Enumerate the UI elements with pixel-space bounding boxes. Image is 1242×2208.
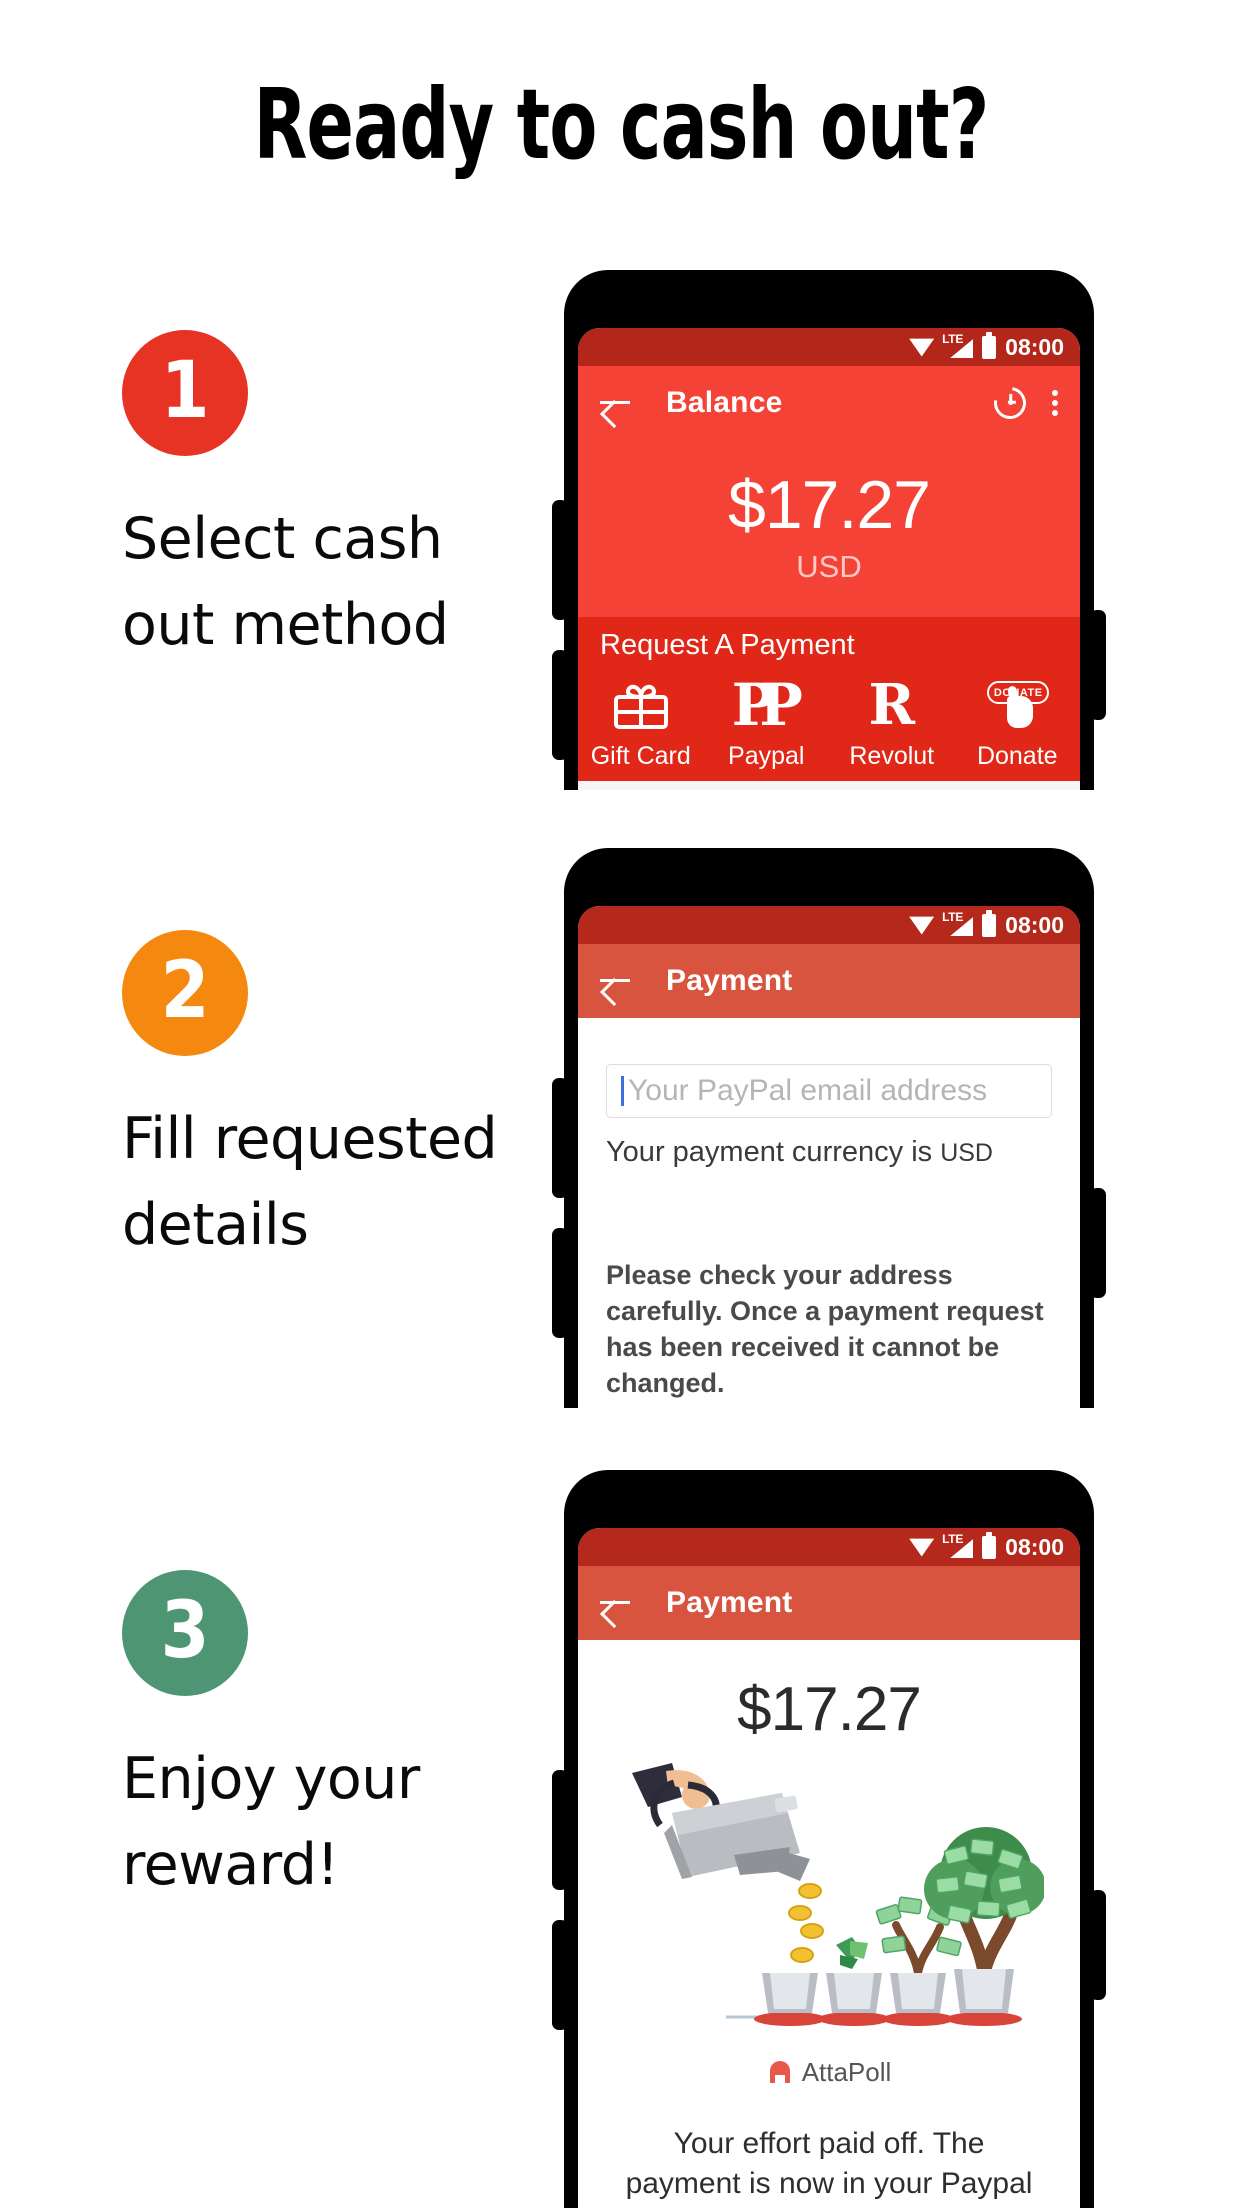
phone-mockup-payment-form: LTE 08:00 Payment Your PayPal email addr… (552, 848, 1106, 1408)
paypal-icon: PP (731, 671, 803, 740)
payment-method-label: Gift Card (590, 742, 691, 771)
status-bar-clock: 08:00 (1005, 333, 1064, 360)
donate-icon: DONATE (955, 674, 1081, 736)
app-bar: Balance (578, 366, 1080, 440)
step-3-label: Enjoy your reward! (122, 1746, 420, 1898)
overflow-menu-icon[interactable] (1052, 386, 1060, 420)
volume-down-button[interactable] (552, 1228, 568, 1338)
wifi-icon (909, 1538, 935, 1557)
currency-note-label: Your payment currency is (606, 1136, 933, 1168)
volume-down-button[interactable] (552, 1920, 568, 2030)
page-title: Ready to cash out? (253, 68, 990, 181)
gift-card-icon (578, 674, 704, 736)
currency-note-value: USD (940, 1139, 993, 1167)
status-bar-clock: 08:00 (1005, 1533, 1064, 1560)
balance-currency: USD (796, 549, 862, 585)
volume-button[interactable] (552, 1770, 568, 1890)
payment-method-revolut[interactable]: R Revolut (829, 674, 955, 771)
address-warning-text: Please check your address carefully. Onc… (606, 1260, 1044, 1398)
currency-note: Your payment currency is USD (606, 1136, 1052, 1169)
paypal-email-input[interactable]: Your PayPal email address (606, 1064, 1052, 1118)
step-3-block: 3 Enjoy your reward! (122, 1570, 552, 1908)
step-1-block: 1 Select cash out method (122, 330, 552, 668)
volume-button[interactable] (552, 1078, 568, 1198)
attapoll-logo-icon (769, 2060, 790, 2083)
power-button[interactable] (1090, 1188, 1106, 1298)
step-1-badge: 1 (122, 330, 248, 456)
lte-label: LTE (942, 910, 964, 924)
phone2-screen: LTE 08:00 Payment Your PayPal email addr… (578, 906, 1080, 1408)
request-payment-panel: Request A Payment Gift Card PP Paypal R … (578, 617, 1080, 782)
paid-amount: $17.27 (737, 1675, 922, 1744)
payment-method-label: Donate (976, 742, 1058, 771)
status-bar: LTE 08:00 (578, 328, 1080, 366)
request-payment-title: Request A Payment (600, 629, 855, 662)
app-brand: AttaPoll (578, 2057, 1080, 2088)
payment-method-gift-card[interactable]: Gift Card (578, 674, 704, 771)
payment-method-donate[interactable]: DONATE Donate (955, 674, 1081, 771)
input-placeholder: Your PayPal email address (628, 1074, 988, 1107)
wifi-icon (909, 916, 935, 935)
payment-method-paypal[interactable]: PP Paypal (704, 674, 830, 771)
battery-icon (982, 909, 997, 937)
lte-label: LTE (942, 1532, 964, 1546)
phone-mockup-balance: LTE 08:00 Balance $17.27 USD Request A P… (552, 270, 1106, 790)
power-button[interactable] (1090, 1890, 1106, 2000)
back-arrow-icon[interactable] (598, 386, 632, 420)
back-arrow-icon[interactable] (598, 964, 632, 998)
volume-button[interactable] (552, 500, 568, 620)
pointer-hand-icon (1007, 696, 1034, 729)
payment-success-body: $17.27 AttaPoll Your effort paid off. Th… (578, 1640, 1080, 2208)
payment-method-label: Paypal (728, 742, 805, 771)
brand-name: AttaPoll (801, 2057, 892, 2087)
wifi-icon (909, 338, 935, 357)
balance-amount: $17.27 (728, 467, 931, 543)
phone3-screen: LTE 08:00 Payment $17.27 AttaPoll Your e… (578, 1528, 1080, 2208)
cellular-signal-icon: LTE (942, 332, 974, 358)
status-bar-clock: 08:00 (1005, 911, 1064, 938)
status-bar: LTE 08:00 (578, 1528, 1080, 1566)
phone1-screen: LTE 08:00 Balance $17.27 USD Request A P… (578, 328, 1080, 790)
power-button[interactable] (1090, 610, 1106, 720)
promo-screenshot: Ready to cash out? 1 Select cash out met… (0, 0, 1242, 2208)
app-bar: Payment (578, 944, 1080, 1018)
text-caret (621, 1076, 624, 1106)
step-2-block: 2 Fill requested details (122, 930, 552, 1268)
step-1-label: Select cash out method (122, 506, 449, 658)
app-bar-title: Balance (666, 386, 783, 419)
volume-down-button[interactable] (552, 650, 568, 760)
back-arrow-icon[interactable] (598, 1586, 632, 1620)
payment-method-list: Gift Card PP Paypal R Revolut DONATE Don… (578, 674, 1080, 771)
revolut-icon: R (868, 672, 916, 739)
money-tree-growth-illustration (578, 1755, 1080, 2055)
lte-label: LTE (942, 332, 964, 346)
app-bar-title: Payment (666, 964, 793, 997)
app-bar: Payment (578, 1566, 1080, 1640)
cellular-signal-icon: LTE (942, 910, 974, 936)
step-2-label: Fill requested details (122, 1106, 498, 1258)
history-icon[interactable] (987, 380, 1033, 426)
status-bar: LTE 08:00 (578, 906, 1080, 944)
balance-hero: $17.27 USD (578, 440, 1080, 618)
payment-form: Your PayPal email address Your payment c… (578, 1018, 1080, 1408)
cellular-signal-icon: LTE (942, 1532, 974, 1558)
step-3-badge: 3 (122, 1570, 248, 1696)
phone-mockup-payment-success: LTE 08:00 Payment $17.27 AttaPoll Your e… (552, 1470, 1106, 2208)
screen-body-filler (578, 781, 1080, 790)
success-message: Your effort paid off. The payment is now… (625, 2127, 1033, 2208)
battery-icon (982, 1531, 997, 1559)
battery-icon (982, 331, 997, 359)
step-2-badge: 2 (122, 930, 248, 1056)
app-bar-title: Payment (666, 1586, 793, 1619)
payment-method-label: Revolut (849, 742, 935, 771)
